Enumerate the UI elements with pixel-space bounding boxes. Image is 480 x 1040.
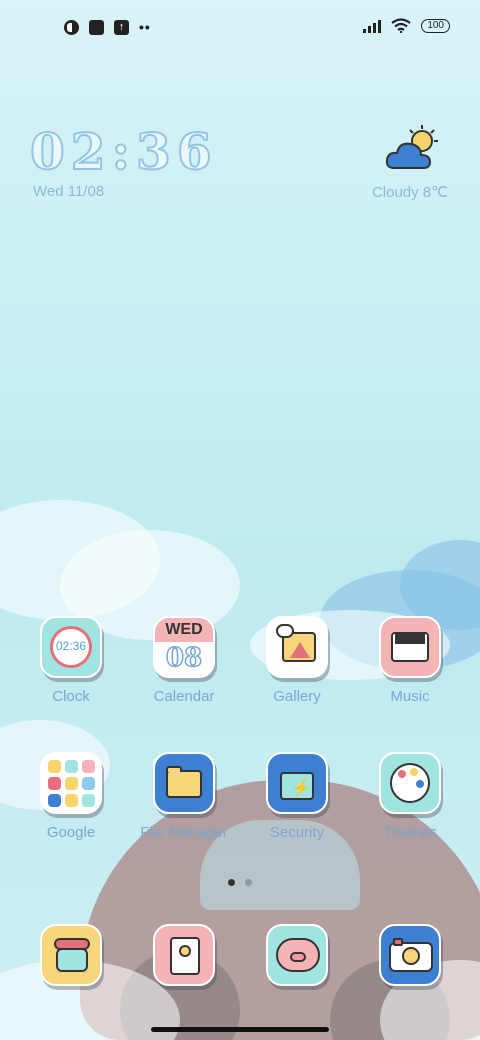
app-security[interactable]: ⚡ Security xyxy=(242,752,352,841)
app-music[interactable]: Music xyxy=(355,616,465,705)
music-app-icon[interactable] xyxy=(379,616,441,678)
app-label: Calendar xyxy=(153,688,215,705)
clock-widget-date[interactable]: Wed 11/08 xyxy=(33,183,104,200)
app-label: File Manager xyxy=(140,824,228,841)
calendar-app-icon[interactable]: WED 08 xyxy=(153,616,215,678)
pig-icon[interactable] xyxy=(266,924,328,986)
app-file-manager[interactable]: File Manager xyxy=(129,752,239,841)
battery-indicator: 100 xyxy=(421,18,450,33)
google-folder-icon[interactable] xyxy=(40,752,102,814)
gallery-app-icon[interactable] xyxy=(266,616,328,678)
page-dot-active xyxy=(228,879,235,886)
app-calendar[interactable]: WED 08 Calendar xyxy=(129,616,239,705)
app-clock[interactable]: 02:36 Clock xyxy=(16,616,126,705)
square-icon xyxy=(89,19,104,35)
circle-half-icon xyxy=(64,19,79,35)
clock-widget-time[interactable]: 02:36 xyxy=(29,121,218,182)
page-indicator xyxy=(228,879,252,886)
wifi-icon xyxy=(391,18,411,33)
app-google-folder[interactable]: Google xyxy=(16,752,126,841)
more-dots-icon: •• xyxy=(139,19,151,35)
home-indicator-bar[interactable] xyxy=(151,1027,329,1032)
clock-icon-time: 02:36 xyxy=(55,639,87,653)
app-label: Security xyxy=(269,824,325,841)
camera-icon[interactable] xyxy=(379,924,441,986)
dock-messages[interactable] xyxy=(242,924,352,986)
weather-widget-text[interactable]: Cloudy 8℃ xyxy=(372,183,448,201)
app-themes[interactable]: Themes xyxy=(355,752,465,841)
dock-phone[interactable] xyxy=(16,924,126,986)
app-gallery[interactable]: Gallery xyxy=(242,616,352,705)
app-label: Gallery xyxy=(273,688,321,705)
signal-icon xyxy=(363,19,382,33)
dock-camera[interactable] xyxy=(355,924,465,986)
cloud-sun-icon[interactable] xyxy=(384,124,440,176)
palette-icon[interactable] xyxy=(379,752,441,814)
page-dot xyxy=(245,879,252,886)
status-bar: ↑ •• 100 xyxy=(0,0,480,56)
app-label: Music xyxy=(390,688,430,705)
calendar-icon-date: 08 xyxy=(165,642,203,674)
phone-icon[interactable] xyxy=(40,924,102,986)
clock-app-icon[interactable]: 02:36 xyxy=(40,616,102,678)
contacts-icon[interactable] xyxy=(153,924,215,986)
app-label: Clock xyxy=(52,688,90,705)
upload-icon: ↑ xyxy=(114,19,129,35)
dock-contacts[interactable] xyxy=(129,924,239,986)
app-label: Google xyxy=(46,824,96,841)
calendar-icon-day: WED xyxy=(155,618,213,642)
folder-icon[interactable] xyxy=(153,752,215,814)
app-label: Themes xyxy=(382,824,438,841)
shield-icon[interactable]: ⚡ xyxy=(266,752,328,814)
